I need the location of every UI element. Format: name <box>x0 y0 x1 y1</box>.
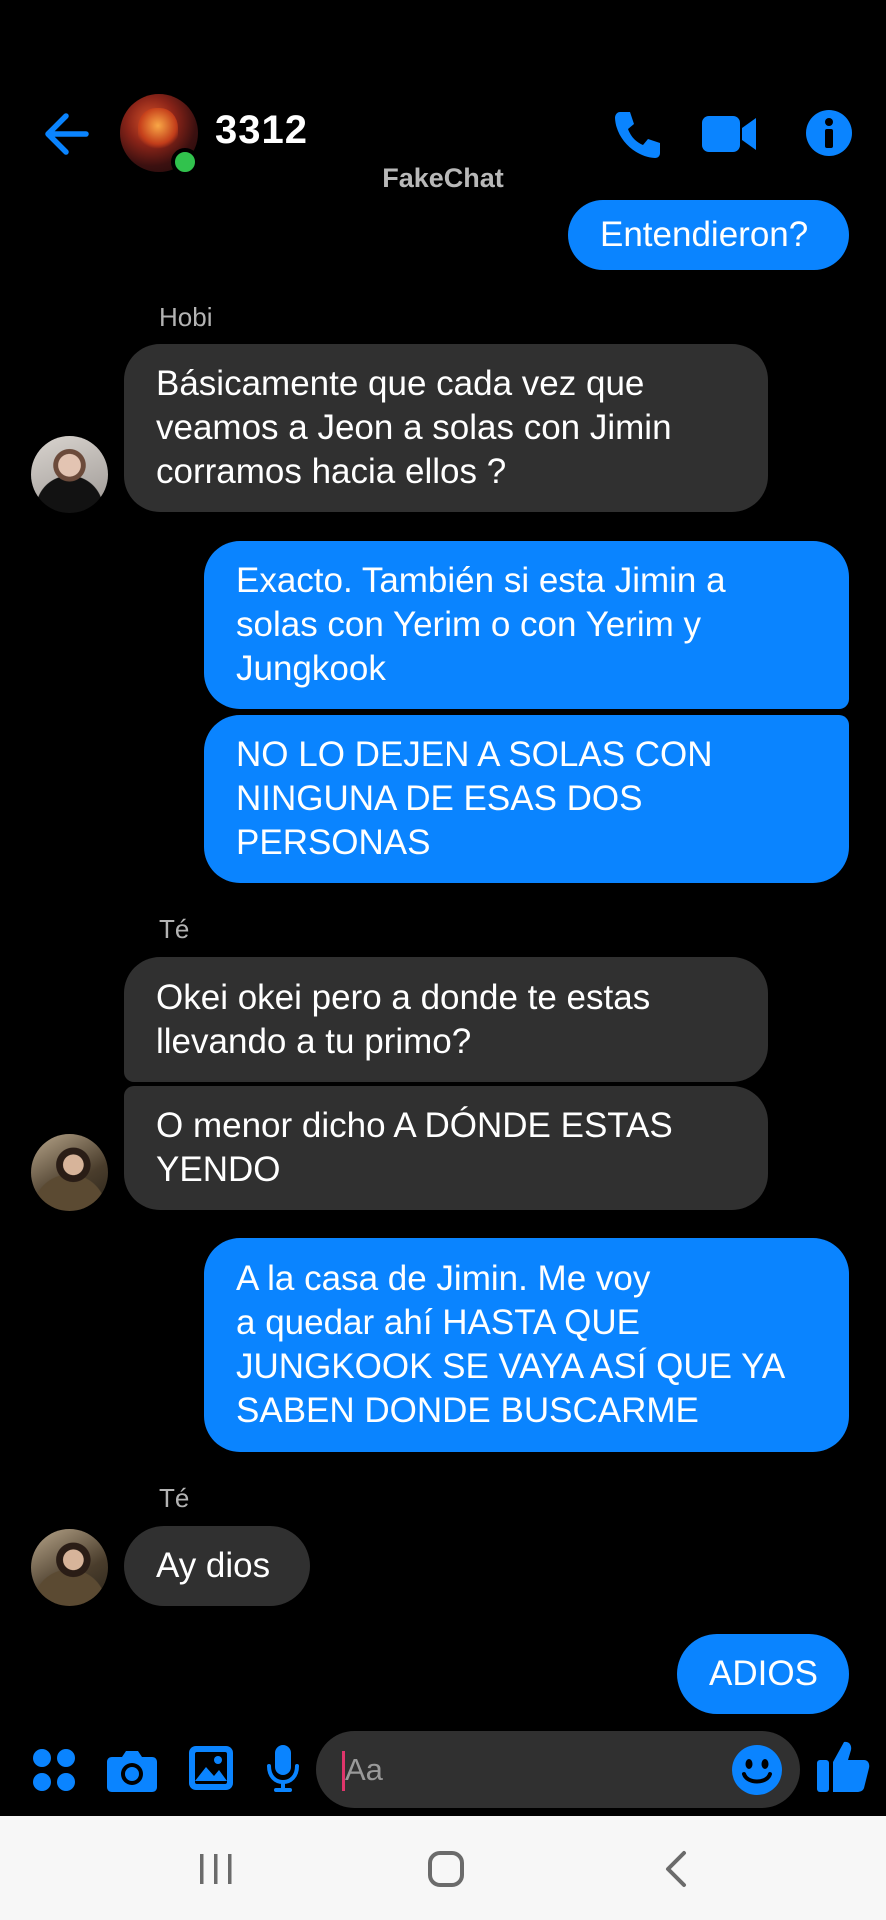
sender-name: Té <box>159 1483 190 1513</box>
message-line: Okei okei pero a donde te estas <box>156 977 651 1017</box>
message-line: veamos a Jeon a solas con Jimin <box>156 408 672 447</box>
message-line: llevando a tu primo? <box>156 1021 472 1061</box>
sender-avatar[interactable] <box>31 436 108 513</box>
message-bubble-sent[interactable]: Exacto. También si esta Jimin a solas co… <box>204 541 849 709</box>
message-input[interactable] <box>345 1748 705 1792</box>
sender-avatar[interactable] <box>31 1529 108 1606</box>
watermark-text: FakeChat <box>382 163 504 193</box>
info-button[interactable] <box>806 110 852 156</box>
sender-name: Té <box>159 914 190 944</box>
message-line: A la casa de Jimin. Me voy <box>236 1259 651 1298</box>
back-arrow-icon <box>45 113 89 155</box>
message-line: Jungkook <box>236 649 386 688</box>
message-line: Básicamente que cada vez que <box>156 364 645 403</box>
voice-call-button[interactable] <box>610 106 666 162</box>
message-bubble-sent[interactable]: ADIOS <box>677 1634 849 1714</box>
message-line: corramos hacia ellos ? <box>156 452 507 491</box>
message-line: a quedar ahí HASTA QUE <box>236 1303 641 1342</box>
emoji-icon <box>732 1745 782 1795</box>
message-line: YENDO <box>156 1150 281 1189</box>
gallery-button[interactable] <box>188 1745 234 1791</box>
video-call-button[interactable] <box>700 112 758 156</box>
message-bubble-sent[interactable]: NO LO DEJEN A SOLAS CON NINGUNA DE ESAS … <box>204 715 849 883</box>
message-text: O menor dicho A DÓNDE ESTAS YENDO <box>156 1104 673 1192</box>
message-text: Entendieron? <box>600 215 809 254</box>
message-line: Exacto. También si esta Jimin a <box>236 561 726 600</box>
recent-apps-button[interactable] <box>196 1852 236 1886</box>
camera-button[interactable] <box>106 1747 158 1793</box>
phone-icon <box>615 112 660 158</box>
message-text: NO LO DEJEN A SOLAS CON NINGUNA DE ESAS … <box>236 733 713 865</box>
thumbs-up-icon <box>817 1741 870 1792</box>
emoji-button[interactable] <box>731 1744 783 1796</box>
message-line: NO LO DEJEN A SOLAS CON <box>236 735 713 774</box>
watermark: FakeChat <box>0 163 886 194</box>
back-button[interactable] <box>40 108 92 160</box>
message-line: solas con Yerim o con Yerim y <box>236 605 701 644</box>
message-bubble-sent[interactable]: Entendieron? <box>568 200 849 270</box>
back-icon <box>666 1851 686 1887</box>
back-nav-button[interactable] <box>662 1850 690 1888</box>
message-line: O menor dicho A DÓNDE ESTAS <box>156 1106 673 1145</box>
sender-name: Hobi <box>159 302 213 332</box>
message-text: Ay dios <box>156 1546 271 1585</box>
info-icon <box>806 110 852 156</box>
message-bubble-received[interactable]: Okei okei pero a donde te estas llevando… <box>124 957 768 1082</box>
message-bubble-received[interactable]: O menor dicho A DÓNDE ESTAS YENDO <box>124 1086 768 1210</box>
contact-name[interactable]: 3312 <box>215 108 308 153</box>
message-bubble-sent[interactable]: A la casa de Jimin. Me voy a quedar ahí … <box>204 1238 849 1452</box>
message-line: PERSONAS <box>236 823 431 862</box>
gallery-icon <box>189 1746 233 1790</box>
message-line: JUNGKOOK SE VAYA ASÍ QUE YA <box>236 1347 786 1386</box>
video-camera-icon <box>702 116 756 152</box>
recent-apps-icon <box>200 1854 232 1884</box>
home-button[interactable] <box>427 1850 465 1888</box>
like-button[interactable] <box>816 1738 870 1794</box>
microphone-icon <box>267 1745 299 1792</box>
message-text: A la casa de Jimin. Me voy a quedar ahí … <box>236 1257 785 1433</box>
home-icon <box>428 1851 464 1887</box>
apps-grid-icon <box>33 1749 75 1791</box>
message-line: NINGUNA DE ESAS DOS <box>236 779 643 818</box>
message-bubble-received[interactable]: Básicamente que cada vez que veamos a Je… <box>124 344 768 512</box>
message-text: Okei okei pero a donde te estas llevando… <box>156 976 650 1064</box>
message-line: SABEN DONDE BUSCARME <box>236 1391 699 1430</box>
message-bubble-received[interactable]: Ay dios <box>124 1526 310 1606</box>
camera-icon <box>107 1751 157 1792</box>
message-text: Exacto. También si esta Jimin a solas co… <box>236 559 726 691</box>
microphone-button[interactable] <box>266 1744 300 1794</box>
sender-avatar[interactable] <box>31 1134 108 1211</box>
message-text: Básicamente que cada vez que veamos a Je… <box>156 362 672 494</box>
apps-button[interactable] <box>32 1748 76 1792</box>
message-text: ADIOS <box>709 1654 818 1693</box>
system-nav-bar <box>0 1816 886 1920</box>
